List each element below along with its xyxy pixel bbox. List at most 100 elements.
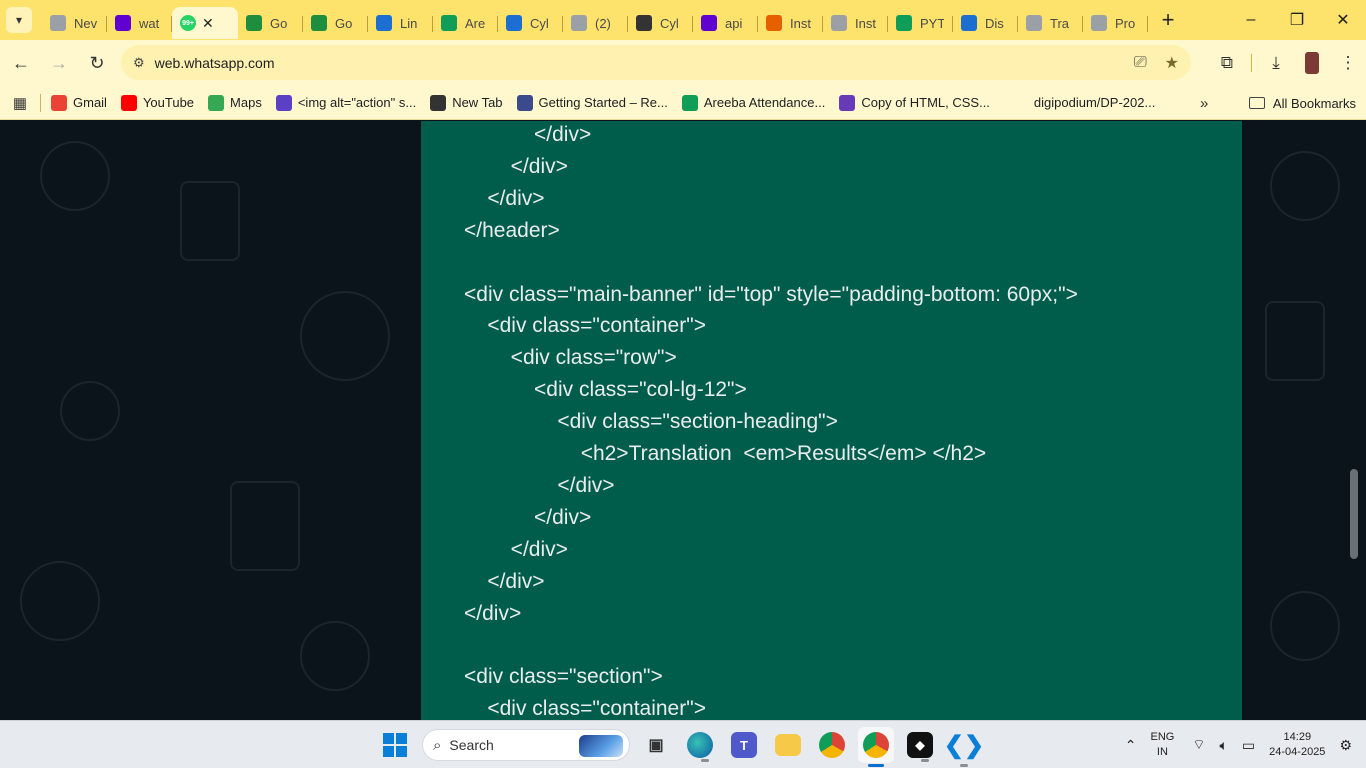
bookmark-item[interactable]: Getting Started – Re... <box>516 94 668 111</box>
code-line: <div class="main-banner" id="top" style=… <box>464 282 1078 306</box>
site-info-icon[interactable]: ⚙ <box>133 55 145 71</box>
browser-tab[interactable]: Cyl <box>498 7 563 39</box>
minimize-button[interactable]: – <box>1228 0 1274 40</box>
browser-tab[interactable]: Inst <box>823 7 888 39</box>
bookmark-item[interactable]: Gmail <box>51 94 107 111</box>
wifi-icon[interactable]: ⌔ <box>1192 736 1205 754</box>
tab-title: Go <box>270 15 288 31</box>
taskbar-search[interactable]: ⌕ Search <box>422 729 630 761</box>
file-explorer-app[interactable] <box>775 734 801 756</box>
start-button[interactable] <box>378 728 412 762</box>
all-bookmarks-button[interactable]: All Bookmarks <box>1248 86 1356 120</box>
bookmark-label: Maps <box>230 95 262 110</box>
bookmark-label: Copy of HTML, CSS... <box>861 95 990 110</box>
profile-button[interactable] <box>1294 45 1330 81</box>
browser-tab[interactable]: Inst <box>758 7 823 39</box>
tab-title: Nev <box>74 15 98 31</box>
wallpaper-doodle <box>60 381 120 441</box>
clock[interactable]: 14:29 24-04-2025 <box>1269 730 1325 760</box>
browser-tab[interactable]: api <box>693 7 758 39</box>
bookmark-label: Gmail <box>73 95 107 110</box>
bookmark-label: Areeba Attendance... <box>703 95 826 110</box>
bookmark-item[interactable]: YouTube <box>120 94 194 111</box>
tab-title: Cyl <box>530 15 549 31</box>
address-url[interactable]: web.whatsapp.com <box>155 55 275 71</box>
address-bar[interactable]: ⚙ web.whatsapp.com ⎚ ★ <box>121 45 1191 80</box>
globe-icon <box>430 94 447 111</box>
code-message-bubble: </div> </div> </div> </header> <div class=… <box>421 121 1242 720</box>
code-line: </div> <box>464 473 615 497</box>
wallpaper-doodle <box>1270 151 1340 221</box>
install-app-icon[interactable]: ⎚ <box>1134 54 1147 72</box>
browser-toolbar: ← → ↻ ⚙ web.whatsapp.com ⎚ ★ ⧉ ⤓ ⋮ <box>0 40 1366 86</box>
notification-icon[interactable]: ⚙ <box>1339 737 1352 754</box>
chrome-icon <box>50 15 66 31</box>
battery-icon[interactable]: ▭ <box>1242 737 1255 754</box>
region-code: IN <box>1156 746 1168 758</box>
close-window-button[interactable]: ✕ <box>1320 0 1366 40</box>
code-line: </div> <box>464 537 568 561</box>
clock-time: 14:29 <box>1283 731 1312 743</box>
new-tab-button[interactable]: + <box>1154 6 1182 34</box>
puzzle-icon: ⧉ <box>1220 53 1234 72</box>
language-indicator[interactable]: ENG IN <box>1151 730 1175 760</box>
download-icon: ⤓ <box>1272 53 1280 72</box>
bookmark-item[interactable]: Maps <box>208 94 262 111</box>
tab-title: Are <box>465 15 486 31</box>
bookmark-item[interactable]: Copy of HTML, CSS... <box>839 94 990 111</box>
bookmarks-bar: ▦ Gmail YouTube Maps <img alt="action" s...… <box>0 86 1366 120</box>
scrollbar-thumb[interactable] <box>1350 469 1358 559</box>
extensions-button[interactable]: ⧉ <box>1209 45 1245 81</box>
edge-app[interactable] <box>687 732 713 762</box>
browser-tab[interactable]: Nev <box>42 7 107 39</box>
bookmark-item[interactable]: <img alt="action" s... <box>275 94 416 111</box>
chrome-icon <box>571 15 587 31</box>
capcut-app[interactable]: ◆ <box>907 732 933 762</box>
window-controls: – ❐ ✕ <box>1228 0 1366 40</box>
browser-tab[interactable]: Go <box>303 7 368 39</box>
tab-search-button[interactable]: ▾ <box>6 7 32 33</box>
restore-button[interactable]: ❐ <box>1274 0 1320 40</box>
back-button[interactable]: ← <box>4 46 38 80</box>
chrome-app-active[interactable] <box>858 727 894 767</box>
bookmark-item[interactable]: Areeba Attendance... <box>681 94 826 111</box>
wallpaper-doodle <box>180 181 240 261</box>
bookmark-item[interactable]: digipodium/DP-202... <box>1034 95 1155 110</box>
more-bookmarks-button[interactable]: » <box>1200 86 1208 120</box>
avatar <box>1305 52 1319 74</box>
forward-button[interactable]: → <box>42 46 76 80</box>
browser-tab[interactable]: Go <box>238 7 303 39</box>
task-view-button[interactable]: ▣ <box>638 727 674 763</box>
tab-title: Inst <box>790 15 811 31</box>
browser-tab[interactable]: Lin <box>368 7 433 39</box>
browser-tab[interactable]: Tra <box>1018 7 1083 39</box>
code-line: <div class="container"> <box>464 697 706 720</box>
downloads-button[interactable]: ⤓ <box>1258 45 1294 81</box>
apps-button[interactable]: ▦ <box>0 94 40 112</box>
search-highlight-image <box>579 735 623 757</box>
vscode-app[interactable]: ❮❯ <box>944 727 984 767</box>
apps-grid-icon: ▦ <box>12 94 28 112</box>
tab-title: Tra <box>1050 15 1070 31</box>
teams-app[interactable]: T <box>731 732 757 758</box>
browser-tab[interactable]: 99+ ✕ <box>172 7 238 39</box>
code-line: <h2>Translation <em>Results</em> </h2> <box>464 442 987 465</box>
react-icon <box>516 94 533 111</box>
show-hidden-icons[interactable]: ⌃ <box>1125 737 1137 754</box>
close-tab-icon[interactable]: ✕ <box>202 15 214 32</box>
browser-tab[interactable]: Pro <box>1083 7 1148 39</box>
browser-tab[interactable]: Dis <box>953 7 1018 39</box>
reload-button[interactable]: ↻ <box>80 46 114 80</box>
chrome-app[interactable] <box>819 732 845 758</box>
browser-tab[interactable]: Cyl <box>628 7 693 39</box>
bookmark-star-icon[interactable]: ★ <box>1165 53 1179 73</box>
bookmark-label: New Tab <box>452 95 503 110</box>
openai-icon <box>636 15 652 31</box>
menu-button[interactable]: ⋮ <box>1330 45 1366 81</box>
browser-tab[interactable]: (2) <box>563 7 628 39</box>
volume-icon[interactable]: 🔈︎ <box>1220 737 1228 754</box>
browser-tab[interactable]: Are <box>433 7 498 39</box>
browser-tab[interactable]: PYT <box>888 7 953 39</box>
bookmark-item[interactable]: New Tab <box>430 94 503 111</box>
browser-tab[interactable]: wat <box>107 7 172 39</box>
